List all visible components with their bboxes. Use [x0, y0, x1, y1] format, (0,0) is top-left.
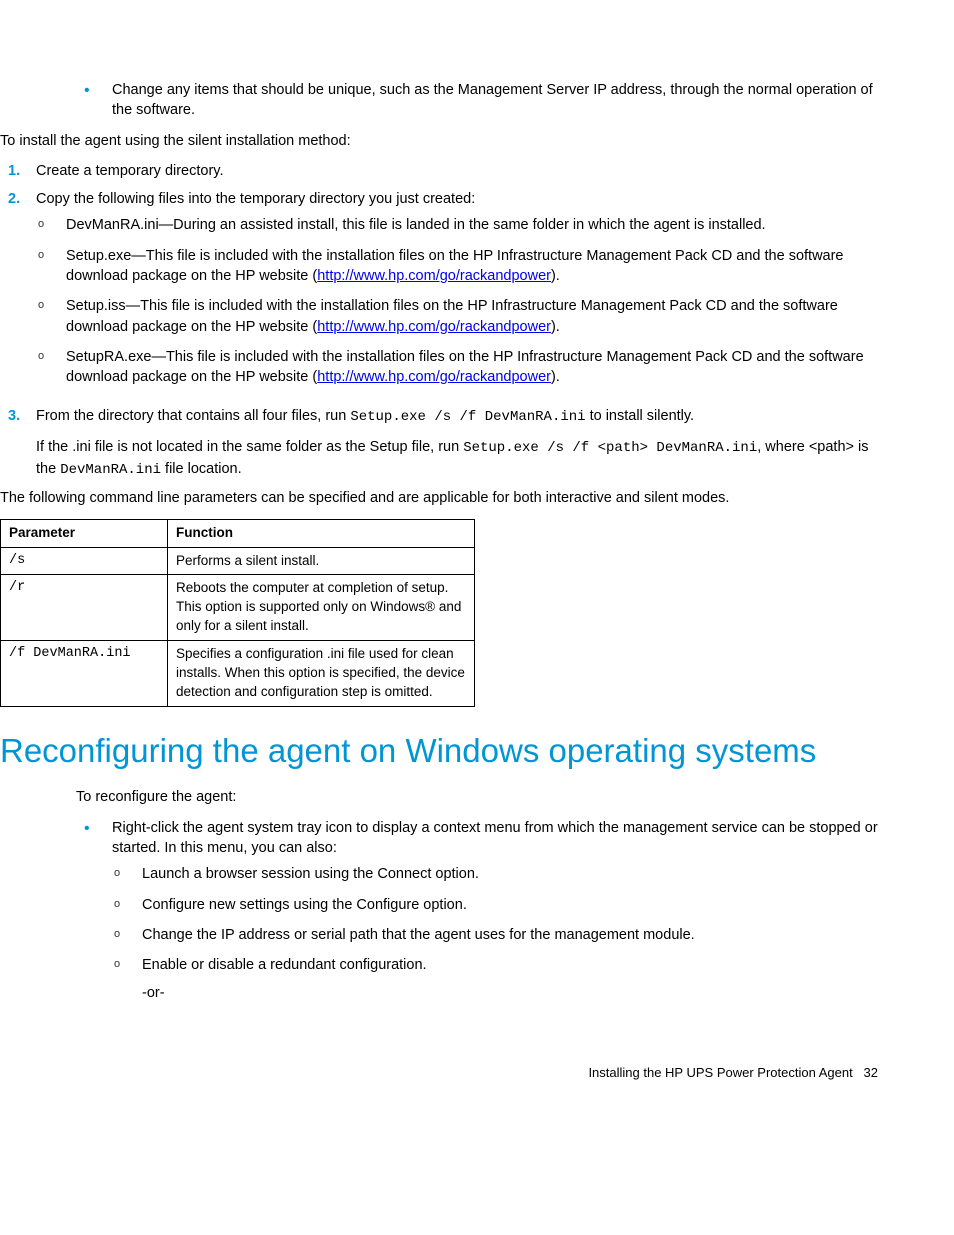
param-cell: /f DevManRA.ini: [1, 641, 168, 707]
list-item: o Launch a browser session using the Con…: [112, 864, 878, 884]
install-steps: 1. Create a temporary directory. 2. Copy…: [0, 161, 878, 480]
list-item: • Right-click the agent system tray icon…: [76, 818, 878, 1014]
function-cell: Performs a silent install.: [168, 547, 475, 575]
step-number: 2.: [8, 189, 36, 397]
sub-text: Enable or disable a redundant configurat…: [142, 955, 878, 975]
reconfigure-sublist: o Launch a browser session using the Con…: [112, 864, 878, 1003]
file-sublist: o DevManRA.ini—During an assisted instal…: [36, 215, 878, 387]
sub-text: Setup.iss—This file is included with the…: [66, 296, 878, 337]
sub-text: Launch a browser session using the Conne…: [142, 864, 878, 884]
table-header-row: Parameter Function: [1, 519, 475, 547]
table-row: /f DevManRA.ini Specifies a configuratio…: [1, 641, 475, 707]
step-text: Create a temporary directory.: [36, 161, 878, 181]
circle-marker-icon: o: [38, 298, 66, 337]
step-item: 3. From the directory that contains all …: [0, 406, 878, 481]
list-item: o Setup.iss—This file is included with t…: [36, 296, 878, 337]
table-row: /r Reboots the computer at completion of…: [1, 575, 475, 641]
bullet-text: Right-click the agent system tray icon t…: [112, 820, 878, 856]
reconfigure-list: • Right-click the agent system tray icon…: [76, 818, 878, 1014]
text-fragment: ).: [551, 369, 560, 385]
rackandpower-link[interactable]: http://www.hp.com/go/rackandpower: [317, 268, 551, 284]
list-item: o Configure new settings using the Confi…: [112, 895, 878, 915]
footer-title: Installing the HP UPS Power Protection A…: [588, 1065, 852, 1080]
step-item: 2. Copy the following files into the tem…: [0, 189, 878, 397]
sub-text: Change the IP address or serial path tha…: [142, 925, 878, 945]
circle-marker-icon: o: [114, 957, 142, 1004]
command-text: DevManRA.ini: [60, 462, 161, 478]
sub-content: Enable or disable a redundant configurat…: [142, 955, 878, 1004]
circle-marker-icon: o: [38, 349, 66, 388]
bullet-text: Change any items that should be unique, …: [112, 80, 878, 121]
circle-marker-icon: o: [38, 217, 66, 235]
step-text: From the directory that contains all fou…: [36, 406, 878, 428]
command-text: Setup.exe /s /f <path> DevManRA.ini: [463, 440, 757, 456]
col-header-parameter: Parameter: [1, 519, 168, 547]
parameters-table: Parameter Function /s Performs a silent …: [0, 519, 475, 707]
page-footer: Installing the HP UPS Power Protection A…: [76, 1064, 878, 1082]
text-fragment: to install silently.: [586, 408, 695, 424]
text-fragment: file location.: [161, 461, 242, 477]
circle-marker-icon: o: [114, 927, 142, 945]
section-heading: Reconfiguring the agent on Windows opera…: [0, 729, 878, 774]
list-item: • Change any items that should be unique…: [76, 80, 878, 121]
sub-text: Configure new settings using the Configu…: [142, 895, 878, 915]
top-bullet-list: • Change any items that should be unique…: [76, 80, 878, 121]
function-cell: Reboots the computer at completion of se…: [168, 575, 475, 641]
bullet-content: Right-click the agent system tray icon t…: [112, 818, 878, 1014]
table-intro: The following command line parameters ca…: [0, 488, 878, 508]
function-cell: Specifies a configuration .ini file used…: [168, 641, 475, 707]
step-number: 1.: [8, 161, 36, 181]
list-item: o DevManRA.ini—During an assisted instal…: [36, 215, 878, 235]
command-text: Setup.exe /s /f DevManRA.ini: [350, 409, 585, 425]
circle-marker-icon: o: [114, 897, 142, 915]
step-item: 1. Create a temporary directory.: [0, 161, 878, 181]
param-cell: /r: [1, 575, 168, 641]
step-note: If the .ini file is not located in the s…: [36, 437, 878, 480]
page-number: 32: [864, 1065, 878, 1080]
bullet-icon: •: [84, 818, 112, 1014]
step-number: 3.: [8, 406, 36, 481]
intro-paragraph: To install the agent using the silent in…: [0, 131, 878, 151]
step-content: From the directory that contains all fou…: [36, 406, 878, 481]
step-text: Copy the following files into the tempor…: [36, 191, 475, 207]
circle-marker-icon: o: [114, 866, 142, 884]
sub-text: SetupRA.exe—This file is included with t…: [66, 347, 878, 388]
bullet-icon: •: [84, 80, 112, 121]
text-fragment: ).: [551, 319, 560, 335]
circle-marker-icon: o: [38, 248, 66, 287]
col-header-function: Function: [168, 519, 475, 547]
text-fragment: From the directory that contains all fou…: [36, 408, 350, 424]
text-fragment: ).: [551, 268, 560, 284]
param-cell: /s: [1, 547, 168, 575]
rackandpower-link[interactable]: http://www.hp.com/go/rackandpower: [317, 319, 551, 335]
table-row: /s Performs a silent install.: [1, 547, 475, 575]
reconfigure-intro: To reconfigure the agent:: [76, 787, 878, 807]
step-content: Copy the following files into the tempor…: [36, 189, 878, 397]
list-item: o SetupRA.exe—This file is included with…: [36, 347, 878, 388]
sub-text: DevManRA.ini—During an assisted install,…: [66, 215, 878, 235]
or-text: -or-: [142, 983, 878, 1003]
sub-text: Setup.exe—This file is included with the…: [66, 246, 878, 287]
list-item: o Setup.exe—This file is included with t…: [36, 246, 878, 287]
list-item: o Change the IP address or serial path t…: [112, 925, 878, 945]
rackandpower-link[interactable]: http://www.hp.com/go/rackandpower: [317, 369, 551, 385]
list-item: o Enable or disable a redundant configur…: [112, 955, 878, 1004]
text-fragment: If the .ini file is not located in the s…: [36, 439, 463, 455]
